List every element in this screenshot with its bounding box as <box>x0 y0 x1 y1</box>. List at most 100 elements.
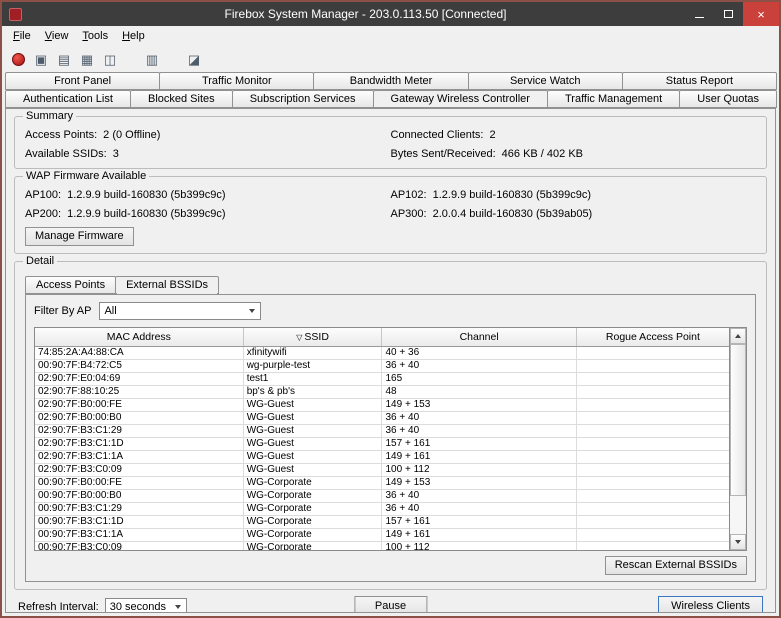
table-row[interactable]: 02:90:7F:B0:00:FE WG-Guest 149 + 153 <box>35 398 729 411</box>
titlebar: Firebox System Manager - 203.0.113.50 [C… <box>2 2 779 26</box>
table-header-row: MAC Address ▽SSID Channel Rogue Access P… <box>35 328 729 346</box>
tab-status-report[interactable]: Status Report <box>622 72 777 90</box>
cell-channel: 149 + 161 <box>382 450 576 463</box>
detail-group: Detail Access Points External BSSIDs Fil… <box>14 261 767 590</box>
maximize-button[interactable] <box>714 2 743 26</box>
rescan-row: Rescan External BSSIDs <box>34 556 747 575</box>
tab-blocked-sites[interactable]: Blocked Sites <box>130 90 233 108</box>
gateway-wireless-controller-page: Summary Access Points:2 (0 Offline) Conn… <box>5 108 776 613</box>
summary-grid: Access Points:2 (0 Offline) Connected Cl… <box>25 129 756 161</box>
rescan-external-bssids-button[interactable]: Rescan External BSSIDs <box>605 556 747 575</box>
ap102-label: AP102: <box>391 189 427 202</box>
table-row[interactable]: 00:90:7F:B0:00:B0 WG-Corporate 36 + 40 <box>35 489 729 502</box>
tab-service-watch[interactable]: Service Watch <box>468 72 623 90</box>
refresh-interval-select[interactable]: 30 seconds <box>105 598 187 614</box>
front-panel-button[interactable]: ▣ <box>31 49 51 69</box>
column-header-ssid[interactable]: ▽SSID <box>243 328 382 346</box>
tab-traffic-monitor[interactable]: Traffic Monitor <box>159 72 314 90</box>
ap200-value: 1.2.9.9 build-160830 (5b399c9c) <box>67 208 225 221</box>
bytes-label: Bytes Sent/Received: <box>391 148 496 161</box>
pause-button[interactable]: Pause <box>354 596 427 613</box>
scroll-up-button[interactable] <box>730 328 746 344</box>
cell-rogue-access-point <box>576 398 729 411</box>
copy-button[interactable]: ◪ <box>184 49 204 69</box>
traffic-monitor-button[interactable]: ▤ <box>54 49 74 69</box>
summary-group: Summary Access Points:2 (0 Offline) Conn… <box>14 116 767 169</box>
bandwidth-meter-button[interactable]: ▦ <box>77 49 97 69</box>
detail-tab-strip: Access Points External BSSIDs <box>25 276 756 294</box>
table-row[interactable]: 00:90:7F:B3:C1:29 WG-Corporate 36 + 40 <box>35 502 729 515</box>
minimize-button[interactable] <box>685 2 714 26</box>
vertical-scrollbar[interactable] <box>729 328 746 550</box>
stop-button[interactable] <box>8 49 28 69</box>
manage-firmware-button[interactable]: Manage Firmware <box>25 227 134 246</box>
status-report-button[interactable]: ▥ <box>142 49 162 69</box>
wireless-clients-button[interactable]: Wireless Clients <box>658 596 763 613</box>
tab-gateway-wireless-controller[interactable]: Gateway Wireless Controller <box>373 90 548 108</box>
filter-by-ap-select[interactable]: All <box>99 302 261 320</box>
tab-user-quotas[interactable]: User Quotas <box>679 90 777 108</box>
table-row[interactable]: 74:85:2A:A4:88:CA xfinitywifi 40 + 36 <box>35 346 729 359</box>
cell-rogue-access-point <box>576 463 729 476</box>
cell-mac-address: 02:90:7F:B3:C1:1A <box>35 450 243 463</box>
table-row[interactable]: 02:90:7F:B0:00:B0 WG-Guest 36 + 40 <box>35 411 729 424</box>
cell-ssid: WG-Corporate <box>243 528 382 541</box>
table-row[interactable]: 02:90:7F:E0:04:69 test1 165 <box>35 372 729 385</box>
tab-subscription-services[interactable]: Subscription Services <box>232 90 374 108</box>
column-header-rogue-access-point[interactable]: Rogue Access Point <box>576 328 729 346</box>
scrollbar-thumb[interactable] <box>730 344 746 496</box>
scroll-down-button[interactable] <box>730 534 746 550</box>
cell-rogue-access-point <box>576 450 729 463</box>
table-row[interactable]: 02:90:7F:B3:C1:1D WG-Guest 157 + 161 <box>35 437 729 450</box>
footer: Refresh Interval: 30 seconds Pause Wirel… <box>6 590 775 613</box>
column-header-mac-address[interactable]: MAC Address <box>35 328 243 346</box>
table-row[interactable]: 02:90:7F:B3:C0:09 WG-Guest 100 + 112 <box>35 463 729 476</box>
menu-tools[interactable]: Tools <box>75 27 115 45</box>
app-window: Firebox System Manager - 203.0.113.50 [C… <box>0 0 781 618</box>
table-row[interactable]: 00:90:7F:B3:C0:09 WG-Corporate 100 + 112 <box>35 541 729 550</box>
tab-front-panel[interactable]: Front Panel <box>5 72 160 90</box>
service-watch-button[interactable]: ◫ <box>100 49 120 69</box>
menu-file[interactable]: File <box>6 27 38 45</box>
table-row[interactable]: 02:90:7F:88:10:25 bp's & pb's 48 <box>35 385 729 398</box>
cell-ssid: WG-Corporate <box>243 476 382 489</box>
tab-traffic-management[interactable]: Traffic Management <box>547 90 680 108</box>
tab-bandwidth-meter[interactable]: Bandwidth Meter <box>313 72 468 90</box>
cell-rogue-access-point <box>576 411 729 424</box>
cell-rogue-access-point <box>576 489 729 502</box>
menu-view[interactable]: View <box>38 27 76 45</box>
table-row[interactable]: 00:90:7F:B3:C1:1A WG-Corporate 149 + 161 <box>35 528 729 541</box>
tab-row-1: Front Panel Traffic Monitor Bandwidth Me… <box>2 72 779 90</box>
firmware-grid: AP100: 1.2.9.9 build-160830 (5b399c9c) AP… <box>25 189 756 221</box>
close-button[interactable]: × <box>743 2 779 26</box>
table-row[interactable]: 00:90:7F:B3:C1:1D WG-Corporate 157 + 161 <box>35 515 729 528</box>
tab-row-2: Authentication List Blocked Sites Subscr… <box>2 90 779 108</box>
table-row[interactable]: 00:90:7F:B4:72:C5 wg-purple-test 36 + 40 <box>35 359 729 372</box>
tab-authentication-list[interactable]: Authentication List <box>5 90 131 108</box>
bssid-table-container: MAC Address ▽SSID Channel Rogue Access P… <box>34 327 747 551</box>
cell-channel: 149 + 153 <box>382 476 576 489</box>
table-row[interactable]: 02:90:7F:B3:C1:29 WG-Guest 36 + 40 <box>35 424 729 437</box>
ap200-label: AP200: <box>25 208 61 221</box>
minimize-icon <box>695 17 704 18</box>
cell-channel: 48 <box>382 385 576 398</box>
table-row[interactable]: 00:90:7F:B0:00:FE WG-Corporate 149 + 153 <box>35 476 729 489</box>
cell-mac-address: 74:85:2A:A4:88:CA <box>35 346 243 359</box>
tab-access-points[interactable]: Access Points <box>25 276 116 294</box>
table-row[interactable]: 02:90:7F:B3:C1:1A WG-Guest 149 + 161 <box>35 450 729 463</box>
scrollbar-track[interactable] <box>730 344 746 534</box>
maximize-icon <box>724 10 733 18</box>
tab-external-bssids[interactable]: External BSSIDs <box>115 276 219 294</box>
cell-mac-address: 02:90:7F:B3:C1:1D <box>35 437 243 450</box>
cell-rogue-access-point <box>576 515 729 528</box>
cell-channel: 165 <box>382 372 576 385</box>
pause-wrap: Pause <box>354 596 427 613</box>
menu-help[interactable]: Help <box>115 27 152 45</box>
summary-group-title: Summary <box>23 110 76 122</box>
cell-channel: 100 + 112 <box>382 463 576 476</box>
ap100-label: AP100: <box>25 189 61 202</box>
cell-mac-address: 02:90:7F:B0:00:FE <box>35 398 243 411</box>
column-header-channel[interactable]: Channel <box>382 328 576 346</box>
app-icon[interactable] <box>9 8 22 21</box>
refresh-interval-label: Refresh Interval: <box>18 601 99 613</box>
